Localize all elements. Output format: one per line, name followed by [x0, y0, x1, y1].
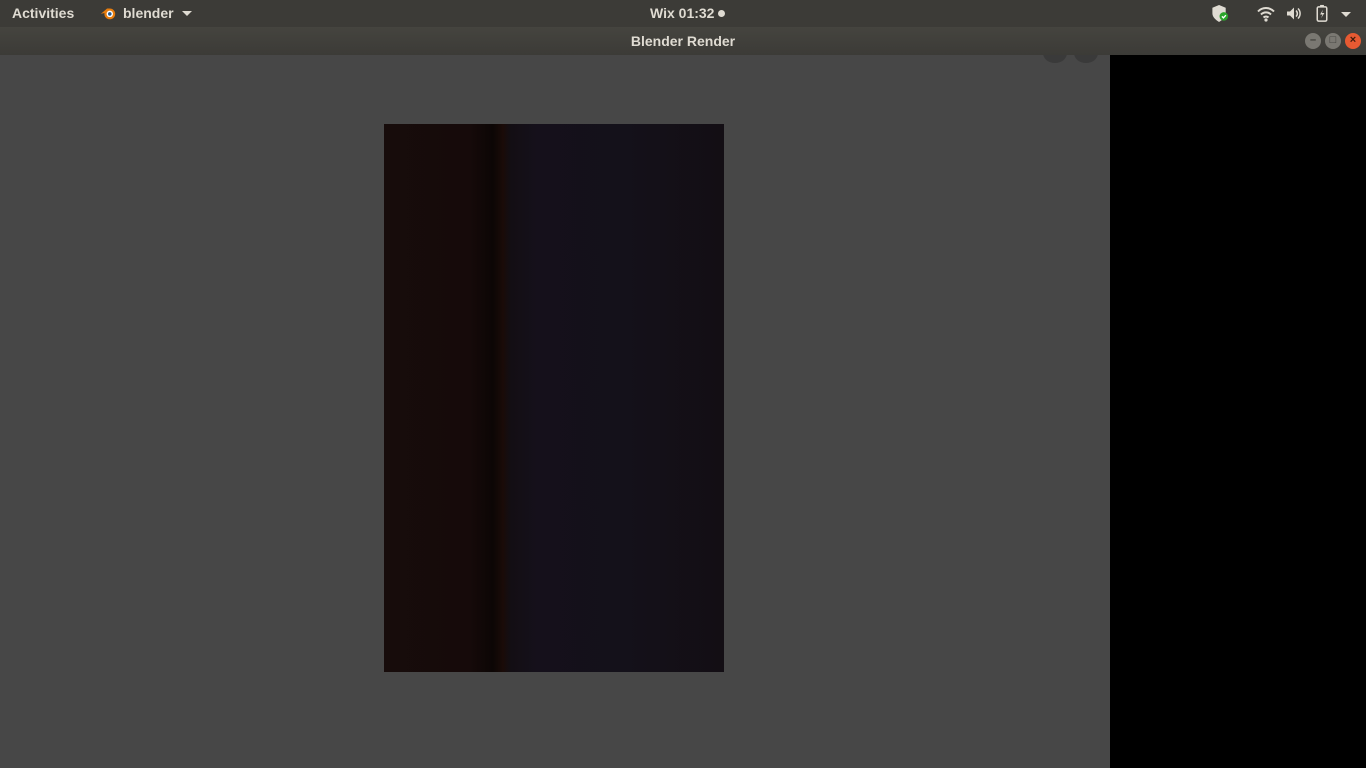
- notification-dot-icon: [718, 9, 726, 17]
- minimize-icon: –: [1309, 34, 1317, 46]
- system-menu-arrow-icon[interactable]: [1340, 4, 1352, 23]
- top-bar: Activities blender Wix 01:32: [0, 0, 1366, 27]
- black-side-panel: [1110, 55, 1366, 768]
- volume-icon[interactable]: [1285, 4, 1303, 23]
- window-title: Blender Render: [630, 33, 736, 49]
- clock[interactable]: Wix 01:32: [650, 5, 726, 21]
- activities-button[interactable]: Activities: [12, 5, 74, 21]
- maximize-icon: □: [1329, 34, 1337, 46]
- viewer-navigation-widget-left[interactable]: [1043, 55, 1067, 63]
- maximize-button[interactable]: □: [1325, 33, 1341, 49]
- security-shield-icon[interactable]: [1210, 4, 1230, 23]
- battery-icon[interactable]: [1314, 4, 1330, 23]
- viewer-navigation-widget-right[interactable]: [1074, 55, 1098, 63]
- close-icon: ×: [1349, 34, 1357, 46]
- chevron-down-icon: [181, 10, 192, 16]
- minimize-button[interactable]: –: [1305, 33, 1321, 49]
- clock-text: Wix 01:32: [650, 5, 715, 21]
- app-menu-label: blender: [123, 5, 174, 21]
- window-titlebar[interactable]: Blender Render – □ ×: [0, 27, 1366, 55]
- close-button[interactable]: ×: [1345, 33, 1361, 49]
- render-result-image: [384, 124, 724, 672]
- render-viewer[interactable]: [0, 55, 1110, 768]
- blender-logo-icon: [100, 8, 116, 20]
- wifi-icon[interactable]: [1257, 4, 1275, 23]
- app-menu[interactable]: blender: [99, 4, 192, 22]
